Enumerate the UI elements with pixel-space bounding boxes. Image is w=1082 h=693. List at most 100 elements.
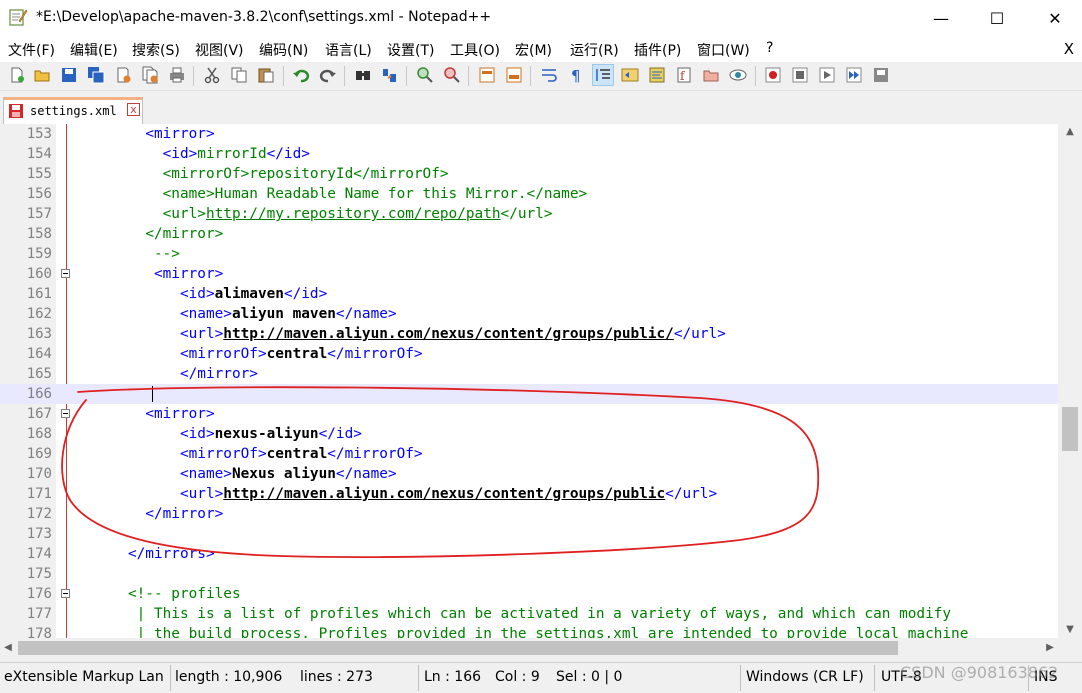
fold-toggle-icon[interactable] (61, 269, 70, 278)
code-line[interactable]: 167 <mirror> (0, 404, 1058, 424)
undo-icon[interactable] (291, 65, 311, 85)
code-text: <!-- profiles (127, 586, 241, 602)
code-line[interactable]: 157 <url>http://my.repository.com/repo/p… (0, 204, 1058, 224)
unsaved-file-icon (9, 104, 23, 118)
code-line[interactable]: 166 (0, 384, 1058, 404)
code-line[interactable]: 158 </mirror> (0, 224, 1058, 244)
horizontal-scrollbar[interactable]: ◀ ▶ (0, 638, 1082, 658)
folder-as-workspace-icon[interactable] (701, 65, 721, 85)
menu-edit[interactable]: 编辑(E) (70, 40, 118, 60)
close-all-icon[interactable] (140, 65, 160, 85)
line-number: 165 (26, 366, 52, 382)
code-line[interactable]: 176 <!-- profiles (0, 584, 1058, 604)
indent-guide-icon[interactable] (592, 64, 614, 86)
cut-icon[interactable] (202, 65, 222, 85)
new-file-icon[interactable] (7, 65, 27, 85)
menu-tools[interactable]: 工具(O) (450, 40, 500, 60)
tab-settings-xml[interactable]: settings.xml x (3, 97, 143, 124)
maximize-button[interactable]: ☐ (968, 0, 1026, 36)
menu-encoding[interactable]: 编码(N) (259, 40, 308, 60)
show-all-chars-icon[interactable]: ¶ (566, 65, 586, 85)
save-macro-icon[interactable] (871, 65, 891, 85)
find-icon[interactable] (353, 65, 373, 85)
sync-vertical-icon[interactable] (477, 65, 497, 85)
code-line[interactable]: 161 <id>alimaven</id> (0, 284, 1058, 304)
fold-toggle-icon[interactable] (61, 409, 70, 418)
stop-recording-icon[interactable] (790, 65, 810, 85)
zoom-out-icon[interactable] (442, 65, 462, 85)
function-list-icon[interactable]: f (674, 65, 694, 85)
code-line[interactable]: 154 <id>mirrorId</id> (0, 144, 1058, 164)
scroll-down-icon[interactable]: ▼ (1058, 622, 1082, 638)
menu-settings[interactable]: 设置(T) (387, 40, 434, 60)
copy-icon[interactable] (229, 65, 249, 85)
code-line[interactable]: 171 <url>http://maven.aliyun.com/nexus/c… (0, 484, 1058, 504)
editor[interactable]: 153 <mirror> 154 <id>mirrorId</id> 155 <mi… (0, 124, 1058, 638)
code-line[interactable]: 170 <name>Nexus aliyun</name> (0, 464, 1058, 484)
tab-label: settings.xml (30, 104, 117, 118)
open-file-icon[interactable] (32, 65, 52, 85)
monitoring-icon[interactable] (728, 65, 748, 85)
menu-help[interactable]: ? (766, 40, 773, 56)
menu-search[interactable]: 搜索(S) (132, 40, 180, 60)
replace-icon[interactable] (380, 65, 400, 85)
print-icon[interactable] (167, 65, 187, 85)
tab-close-icon[interactable]: x (127, 103, 140, 116)
line-number: 173 (26, 526, 52, 542)
code-line[interactable]: 153 <mirror> (0, 124, 1058, 144)
close-document-button[interactable]: X (1064, 40, 1074, 58)
menu-run[interactable]: 运行(R) (570, 40, 619, 60)
line-number: 172 (26, 506, 52, 522)
redo-icon[interactable] (318, 65, 338, 85)
code-line[interactable]: 169 <mirrorOf>central</mirrorOf> (0, 444, 1058, 464)
close-file-icon[interactable] (113, 65, 133, 85)
playback-macro-icon[interactable] (817, 65, 837, 85)
menu-plugins[interactable]: 插件(P) (634, 40, 681, 60)
run-macro-multiple-icon[interactable] (844, 65, 864, 85)
code-line[interactable]: 175 (0, 564, 1058, 584)
line-number: 174 (26, 546, 52, 562)
code-line[interactable]: 162 <name>aliyun maven</name> (0, 304, 1058, 324)
record-macro-icon[interactable] (763, 65, 783, 85)
code-line[interactable]: 178 | the build process. Profiles provid… (0, 624, 1058, 638)
horizontal-scroll-thumb[interactable] (18, 641, 898, 655)
code-line[interactable]: 156 <name>Human Readable Name for this M… (0, 184, 1058, 204)
save-all-icon[interactable] (86, 65, 106, 85)
scroll-right-icon[interactable]: ▶ (1042, 638, 1058, 658)
menu-window[interactable]: 窗口(W) (697, 40, 750, 60)
menu-language[interactable]: 语言(L) (325, 40, 372, 60)
code-line[interactable]: 160 <mirror> (0, 264, 1058, 284)
code-line[interactable]: 163 <url>http://maven.aliyun.com/nexus/c… (0, 324, 1058, 344)
code-line[interactable]: 155 <mirrorOf>repositoryId</mirrorOf> (0, 164, 1058, 184)
code-text: </mirror> (179, 366, 258, 382)
code-line[interactable]: 172 </mirror> (0, 504, 1058, 524)
scroll-up-icon[interactable]: ▲ (1058, 124, 1082, 140)
watermark: CSDN @908163862 (900, 663, 1059, 682)
code-line[interactable]: 164 <mirrorOf>central</mirrorOf> (0, 344, 1058, 364)
save-icon[interactable] (59, 65, 79, 85)
word-wrap-icon[interactable] (539, 65, 559, 85)
code-line[interactable]: 174 </mirrors> (0, 544, 1058, 564)
line-number: 178 (26, 626, 52, 638)
sync-horizontal-icon[interactable] (504, 65, 524, 85)
code-line[interactable]: 159 --> (0, 244, 1058, 264)
line-number: 168 (26, 426, 52, 442)
user-defined-language-icon[interactable] (620, 65, 640, 85)
code-line[interactable]: 177 | This is a list of profiles which c… (0, 604, 1058, 624)
scroll-left-icon[interactable]: ◀ (0, 638, 16, 658)
code-line[interactable]: 173 (0, 524, 1058, 544)
fold-toggle-icon[interactable] (61, 589, 70, 598)
line-number: 158 (26, 226, 52, 242)
menu-file[interactable]: 文件(F) (8, 40, 55, 60)
code-line[interactable]: 165 </mirror> (0, 364, 1058, 384)
close-window-button[interactable]: ✕ (1026, 0, 1082, 36)
vertical-scroll-thumb[interactable] (1062, 407, 1078, 451)
minimize-button[interactable]: — (912, 0, 970, 36)
menu-macro[interactable]: 宏(M) (515, 40, 552, 60)
code-line[interactable]: 168 <id>nexus-aliyun</id> (0, 424, 1058, 444)
paste-icon[interactable] (256, 65, 276, 85)
vertical-scrollbar[interactable]: ▲ ▼ (1058, 124, 1082, 638)
zoom-in-icon[interactable] (415, 65, 435, 85)
document-map-icon[interactable] (647, 65, 667, 85)
menu-view[interactable]: 视图(V) (195, 40, 244, 60)
